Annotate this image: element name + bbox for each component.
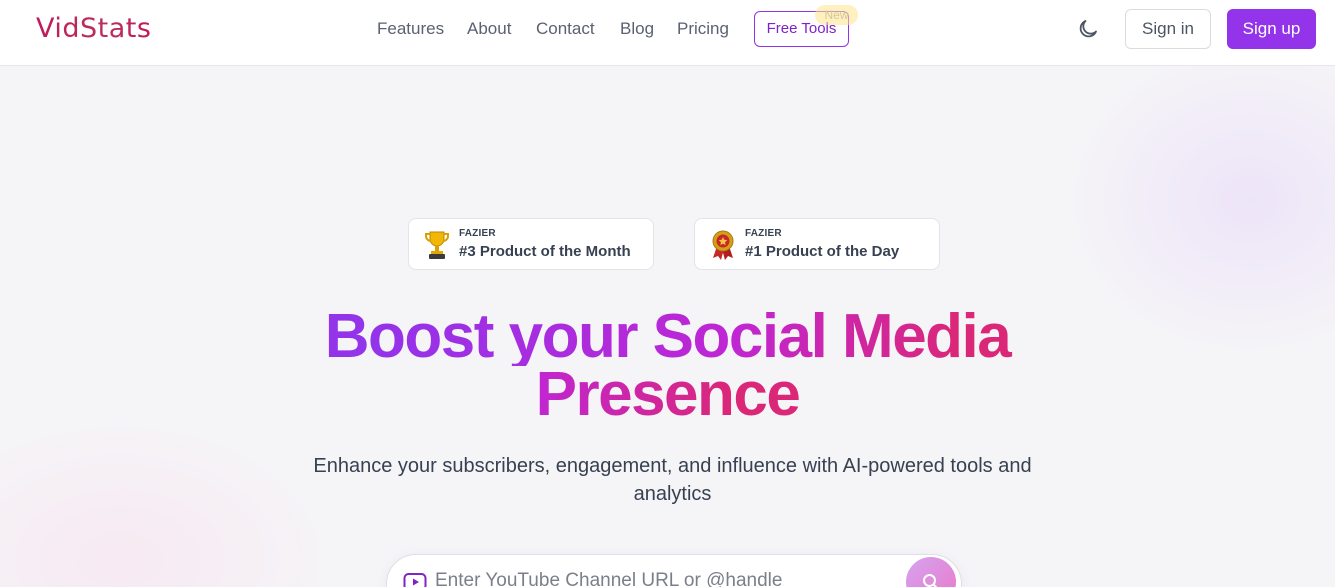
sign-in-button[interactable]: Sign in — [1125, 9, 1211, 49]
award-badge-day[interactable]: FAZIER #1 Product of the Day — [694, 218, 940, 270]
search-icon — [923, 574, 938, 587]
nav-features-link[interactable]: Features — [377, 19, 444, 39]
page: VidStats Features About Contact Blog Pri… — [0, 0, 1335, 587]
award-badge-month[interactable]: FAZIER #3 Product of the Month — [408, 218, 654, 270]
hero-subtitle: Enhance your subscribers, engagement, an… — [313, 455, 1032, 505]
top-navbar: VidStats Features About Contact Blog Pri… — [0, 0, 1335, 66]
search-button[interactable] — [906, 557, 956, 587]
hero-title-line1: Boost your Social Media — [0, 306, 1335, 368]
youtube-icon — [403, 573, 427, 587]
nav-blog-link[interactable]: Blog — [620, 19, 654, 39]
nav-contact-link[interactable]: Contact — [536, 19, 595, 39]
award-title: #3 Product of the Month — [459, 243, 631, 260]
hero-title-line2: Presence — [0, 364, 1335, 426]
trophy-icon — [425, 231, 449, 259]
channel-search-input[interactable] — [435, 567, 895, 587]
award-source: FAZIER — [459, 228, 496, 239]
channel-search-bar — [386, 554, 962, 587]
nav-pricing-link[interactable]: Pricing — [677, 19, 729, 39]
award-title: #1 Product of the Day — [745, 243, 900, 260]
theme-toggle-button[interactable] — [1076, 17, 1100, 41]
brand-logo[interactable]: VidStats — [36, 13, 151, 44]
new-badge: New — [815, 5, 858, 25]
sign-up-button[interactable]: Sign up — [1227, 9, 1316, 49]
award-source: FAZIER — [745, 228, 782, 239]
moon-icon — [1079, 20, 1097, 38]
medal-icon — [712, 230, 734, 260]
nav-about-link[interactable]: About — [467, 19, 511, 39]
